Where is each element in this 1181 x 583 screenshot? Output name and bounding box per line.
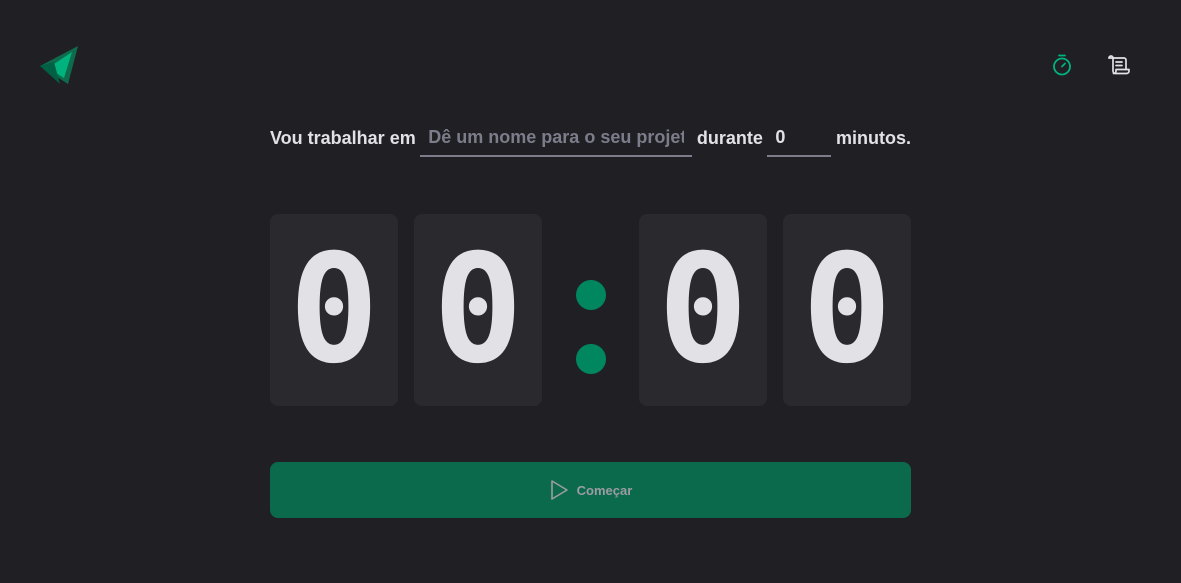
minutes-input[interactable]	[767, 119, 832, 157]
minutes-label: minutos.	[835, 127, 911, 148]
duration-label: durante	[696, 127, 763, 148]
separator-bottom-dot	[576, 344, 606, 374]
start-button-label: Começar	[576, 482, 633, 498]
timer-icon	[1053, 54, 1071, 76]
task-label: Vou trabalhar em	[270, 127, 416, 148]
seconds-tens-digit: 0	[639, 214, 767, 406]
countdown-separator	[575, 214, 607, 406]
logo-icon	[38, 44, 82, 88]
start-button[interactable]: Começar	[270, 462, 911, 518]
app-page: Vou trabalhar em durante minutos. 0 0 0 …	[0, 0, 1181, 583]
nav-timer-link[interactable]	[1049, 52, 1075, 78]
seconds-units-digit: 0	[783, 214, 911, 406]
scroll-icon	[1108, 55, 1130, 75]
countdown-display: 0 0 0 0	[270, 214, 911, 406]
header-nav	[1049, 52, 1131, 78]
task-form: Vou trabalhar em durante minutos.	[270, 118, 911, 158]
minutes-units-digit: 0	[414, 214, 542, 406]
separator-top-dot	[576, 280, 606, 310]
nav-history-link[interactable]	[1105, 52, 1131, 78]
play-icon	[550, 480, 568, 500]
task-name-input[interactable]	[420, 119, 693, 157]
minutes-tens-digit: 0	[270, 214, 398, 406]
